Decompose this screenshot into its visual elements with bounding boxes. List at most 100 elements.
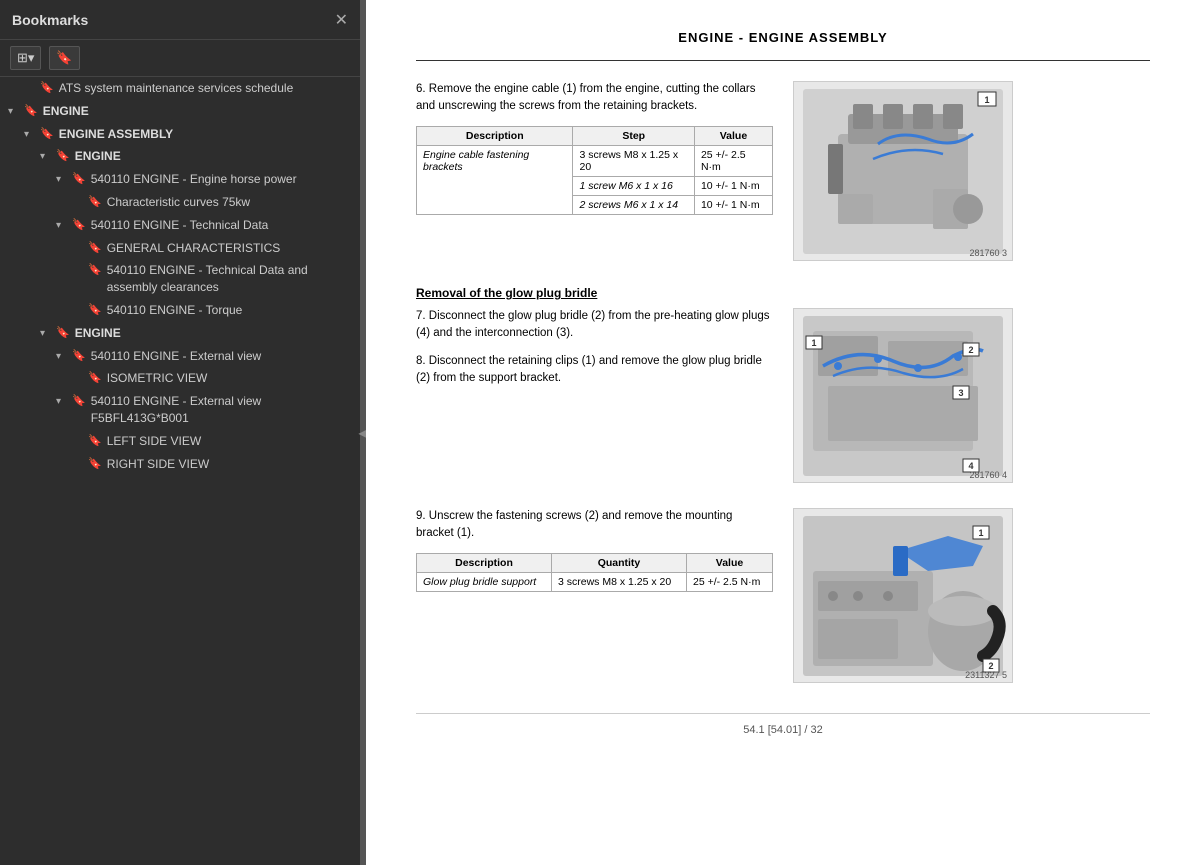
img3-caption: 2311327 5 [965, 670, 1007, 680]
engine2-label: ENGINE [75, 325, 352, 342]
table1-step1: 3 screws M8 x 1.25 x 20 [573, 145, 694, 176]
bookmark-icon: 🔖 [56, 326, 70, 341]
sidebar-item-540110-horse[interactable]: ▾ 🔖 540110 ENGINE - Engine horse power [0, 168, 360, 191]
main-content: ENGINE - ENGINE ASSEMBLY 6. Remove the e… [366, 0, 1200, 865]
step9-desc: Unscrew the fastening screws (2) and rem… [416, 510, 732, 539]
table1-col-desc: Description [417, 126, 573, 145]
540110-techdata-label: 540110 ENGINE - Technical Data and assem… [107, 262, 352, 296]
gen-char-label: GENERAL CHARACTERISTICS [107, 240, 352, 257]
sidebar-item-right-view[interactable]: 🔖 RIGHT SIDE VIEW [0, 453, 360, 476]
bookmark-icon: 🔖 [88, 241, 102, 256]
sidebar-item-engine-assembly[interactable]: ▾ 🔖 ENGINE ASSEMBLY [0, 123, 360, 146]
bookmark-icon: 🔖 [72, 394, 86, 409]
sidebar-item-540110-techdata[interactable]: 🔖 540110 ENGINE - Technical Data and ass… [0, 259, 360, 299]
table1-val3: 10 +/- 1 N·m [694, 195, 772, 214]
sidebar-item-engine[interactable]: ▾ 🔖 ENGINE [0, 100, 360, 123]
step7-desc: Disconnect the glow plug bridle (2) from… [416, 310, 770, 339]
img1-caption: 281760 3 [969, 248, 1007, 258]
svg-text:1: 1 [984, 95, 989, 105]
sidebar-item-engine-sub[interactable]: ▾ 🔖 ENGINE [0, 145, 360, 168]
img2-caption: 281760 4 [969, 470, 1007, 480]
sidebar-item-gen-char[interactable]: 🔖 GENERAL CHARACTERISTICS [0, 237, 360, 260]
step9-row: 9. Unscrew the fastening screws (2) and … [416, 508, 1150, 683]
engine-svg-1: 1 [798, 84, 1008, 259]
close-button[interactable]: ✕ [335, 10, 348, 30]
sidebar-title: Bookmarks [12, 12, 88, 28]
bookmark-icon: 🔖 [88, 457, 102, 472]
table2-col-value: Value [686, 553, 772, 572]
title-divider [416, 60, 1150, 61]
sidebar-item-540110-ext[interactable]: ▾ 🔖 540110 ENGINE - External view [0, 345, 360, 368]
engine-image-2: 1 2 3 4 281760 4 [793, 308, 1013, 483]
bookmark-icon: 🔖 [88, 263, 102, 278]
step6-desc: Remove the engine cable (1) from the eng… [416, 83, 755, 112]
table1-col-value: Value [694, 126, 772, 145]
engine-svg-3: 1 2 [798, 511, 1008, 681]
page-footer: 54.1 [54.01] / 32 [416, 713, 1150, 736]
bookmark-icon: 🔖 [72, 349, 86, 364]
svg-text:4: 4 [968, 461, 973, 471]
glow-plug-row: 7. Disconnect the glow plug bridle (2) f… [416, 308, 1150, 483]
grid-view-button[interactable]: ⊞▾ [10, 46, 41, 70]
bookmark-icon: 🔖 [40, 127, 54, 142]
table1-step2: 1 screw M6 x 1 x 16 [573, 176, 694, 195]
step8-text: 8. Disconnect the retaining clips (1) an… [416, 353, 773, 388]
step6-row: 6. Remove the engine cable (1) from the … [416, 81, 1150, 261]
expand-icon: ▾ [56, 395, 68, 409]
char-curves-label: Characteristic curves 75kw [107, 194, 352, 211]
bookmark-ats-label: ATS system maintenance services schedule [59, 80, 352, 97]
sidebar-item-iso-view[interactable]: 🔖 ISOMETRIC VIEW [0, 367, 360, 390]
bookmark-icon: 🔖 [72, 218, 86, 233]
bookmark-icon: 🔖 [88, 303, 102, 318]
table2-val: 25 +/- 2.5 N·m [686, 572, 772, 591]
section-step9: 9. Unscrew the fastening screws (2) and … [416, 508, 1150, 683]
bookmark-button[interactable]: 🔖 [49, 46, 79, 70]
step8-desc: Disconnect the retaining clips (1) and r… [416, 355, 762, 384]
sidebar-item-540110-tech[interactable]: ▾ 🔖 540110 ENGINE - Technical Data [0, 214, 360, 237]
table-row: Glow plug bridle support 3 screws M8 x 1… [417, 572, 773, 591]
bookmark-tree: 🔖 ATS system maintenance services schedu… [0, 77, 360, 865]
expand-icon: ▾ [56, 350, 68, 364]
svg-text:2: 2 [968, 345, 973, 355]
sidebar-item-engine2[interactable]: ▾ 🔖 ENGINE [0, 322, 360, 345]
sidebar-header: Bookmarks ✕ [0, 0, 360, 40]
table1-header-row: Description Step Value [417, 126, 773, 145]
table1-head: Description Step Value [417, 126, 773, 145]
svg-text:1: 1 [978, 528, 983, 538]
table2-header-row: Description Quantity Value [417, 553, 773, 572]
engine-sub-label: ENGINE [75, 148, 352, 165]
expand-icon: ▾ [56, 173, 68, 187]
left-view-label: LEFT SIDE VIEW [107, 433, 352, 450]
table2: Description Quantity Value Glow plug bri… [416, 553, 773, 592]
bookmark-ats[interactable]: 🔖 ATS system maintenance services schedu… [0, 77, 360, 100]
bookmark-icon: 🔖 [56, 149, 70, 164]
right-view-label: RIGHT SIDE VIEW [107, 456, 352, 473]
sidebar-item-540110-extf5[interactable]: ▾ 🔖 540110 ENGINE - External view F5BFL4… [0, 390, 360, 430]
step9-text-col: 9. Unscrew the fastening screws (2) and … [416, 508, 773, 604]
step6-img-col: 1 281760 3 [793, 81, 1150, 261]
step9-img-col: 1 2 2311327 5 [793, 508, 1150, 683]
expand-icon: ▾ [8, 105, 20, 119]
table-row: Engine cable fastening brackets 3 screws… [417, 145, 773, 176]
step8-number: 8. [416, 355, 426, 367]
bookmark-icon: 🔖 [24, 104, 38, 119]
table1-body: Engine cable fastening brackets 3 screws… [417, 145, 773, 214]
engine-image-3: 1 2 2311327 5 [793, 508, 1013, 683]
bookmark-icon: 🔖 [72, 172, 86, 187]
sidebar: Bookmarks ✕ ⊞▾ 🔖 🔖 ATS system maintenanc… [0, 0, 360, 865]
bookmark-icon: 🔖 [88, 434, 102, 449]
page-title: ENGINE - ENGINE ASSEMBLY [416, 30, 1150, 45]
bookmark-icon: 🔖 [40, 81, 54, 96]
svg-text:1: 1 [811, 338, 816, 348]
table1-val1: 25 +/- 2.5 N·m [694, 145, 772, 176]
sidebar-item-left-view[interactable]: 🔖 LEFT SIDE VIEW [0, 430, 360, 453]
step7-text: 7. Disconnect the glow plug bridle (2) f… [416, 308, 773, 343]
table1-step3: 2 screws M6 x 1 x 14 [573, 195, 694, 214]
table1-desc: Engine cable fastening brackets [417, 145, 573, 214]
540110-tech-label: 540110 ENGINE - Technical Data [91, 217, 352, 234]
engine-label: ENGINE [43, 103, 352, 120]
section-glow-plug: Removal of the glow plug bridle 7. Disco… [416, 286, 1150, 483]
sidebar-item-540110-torque[interactable]: 🔖 540110 ENGINE - Torque [0, 299, 360, 322]
sidebar-item-char-curves[interactable]: 🔖 Characteristic curves 75kw [0, 191, 360, 214]
table1: Description Step Value Engine cable fast… [416, 126, 773, 215]
